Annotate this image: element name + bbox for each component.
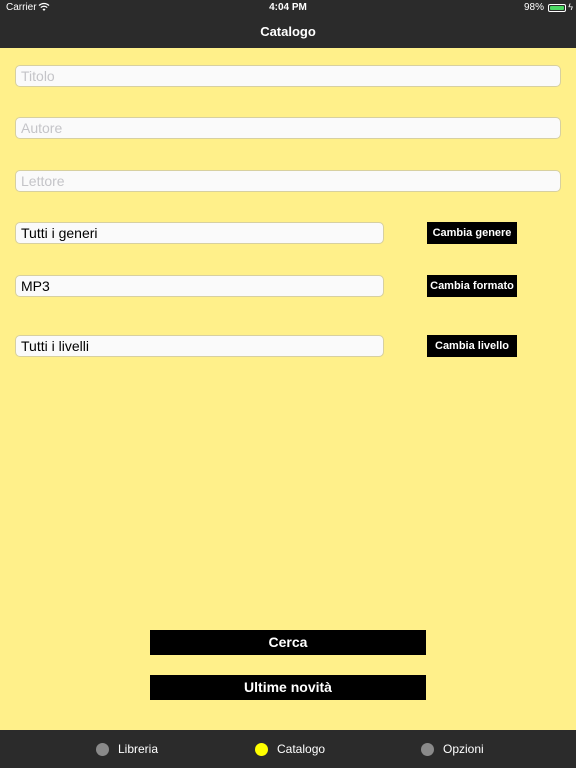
tab-opzioni[interactable]: Opzioni — [421, 730, 511, 768]
tab-label: Opzioni — [443, 742, 484, 756]
change-format-button[interactable]: Cambia formato — [427, 275, 517, 297]
page-title: Catalogo — [260, 24, 316, 39]
genre-field[interactable]: Tutti i generi — [15, 222, 384, 244]
author-input[interactable] — [15, 117, 561, 139]
status-bar: Carrier 4:04 PM 98% ϟ — [0, 0, 576, 16]
level-field[interactable]: Tutti i livelli — [15, 335, 384, 357]
tab-bar: Libreria Catalogo Opzioni — [0, 730, 576, 768]
level-value: Tutti i livelli — [21, 338, 89, 354]
reader-input[interactable] — [15, 170, 561, 192]
circle-icon — [421, 743, 434, 756]
tab-libreria[interactable]: Libreria — [96, 730, 186, 768]
tab-catalogo[interactable]: Catalogo — [255, 730, 345, 768]
circle-icon — [96, 743, 109, 756]
format-value: MP3 — [21, 278, 50, 294]
circle-icon — [255, 743, 268, 756]
change-genre-button[interactable]: Cambia genere — [427, 222, 517, 244]
charging-icon: ϟ — [568, 2, 573, 12]
battery-icon — [548, 4, 566, 12]
navigation-bar: Catalogo — [0, 16, 576, 48]
latest-releases-button[interactable]: Ultime novità — [150, 675, 426, 700]
battery-percentage: 98% — [523, 2, 544, 13]
change-level-button[interactable]: Cambia livello — [427, 335, 517, 357]
genre-value: Tutti i generi — [21, 225, 98, 241]
tab-label: Catalogo — [277, 742, 326, 756]
tab-label: Libreria — [118, 742, 159, 756]
format-field[interactable]: MP3 — [15, 275, 384, 297]
clock: 4:04 PM — [269, 2, 307, 13]
title-input[interactable] — [15, 65, 561, 87]
search-button[interactable]: Cerca — [150, 630, 426, 655]
